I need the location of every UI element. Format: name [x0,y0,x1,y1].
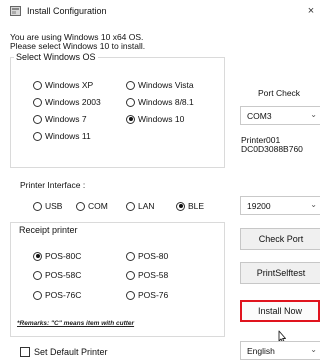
receipt-printer-group-title: Receipt printer [17,225,80,235]
radio-indicator [126,201,135,211]
windows-os-group-title: Select Windows OS [14,52,98,62]
radio-windows-8[interactable]: Windows 8/8.1 [126,96,194,108]
print-selftest-button[interactable]: PrintSelftest [240,262,320,284]
radio-indicator [33,201,42,211]
radio-indicator [126,80,135,90]
install-configuration-window: Install Configuration × You are using Wi… [0,0,320,362]
radio-indicator [126,270,135,280]
remarks-note: *Remarks: "C" means item with cutter [17,320,135,327]
radio-windows-10[interactable]: Windows 10 [126,113,184,125]
printer-interface-label: Printer Interface : [20,180,86,190]
chevron-down-icon: ⌄ [310,110,317,119]
window-title: Install Configuration [27,6,107,16]
radio-indicator [176,201,185,211]
title-bar: Install Configuration × [0,0,317,23]
radio-indicator [126,114,135,124]
language-select[interactable]: English ⌄ [240,341,320,360]
radio-pos-58[interactable]: POS-58 [126,269,168,281]
radio-indicator [33,114,42,124]
radio-pos-76[interactable]: POS-76 [126,289,168,301]
radio-windows-7[interactable]: Windows 7 [33,113,87,125]
radio-indicator [33,97,42,107]
radio-indicator [126,97,135,107]
radio-pos-76c[interactable]: POS-76C [33,289,81,301]
radio-indicator [33,290,42,300]
radio-com[interactable]: COM [76,200,108,212]
radio-indicator [33,251,42,261]
close-button[interactable]: × [304,3,318,19]
radio-pos-80[interactable]: POS-80 [126,250,168,262]
radio-ble[interactable]: BLE [176,200,204,212]
radio-indicator [33,131,42,141]
radio-indicator [33,80,42,90]
app-config-icon [10,6,21,16]
os-instruction-line: Please select Windows 10 to install. [10,41,146,51]
radio-windows-11[interactable]: Windows 11 [33,130,91,142]
radio-windows-xp[interactable]: Windows XP [33,79,93,91]
baud-rate-select[interactable]: 19200 ⌄ [240,196,320,215]
radio-usb[interactable]: USB [33,200,62,212]
check-port-button[interactable]: Check Port [240,228,320,250]
port-select[interactable]: COM3 ⌄ [240,106,320,125]
chevron-down-icon: ⌄ [310,200,317,209]
set-default-label: Set Default Printer [34,347,108,357]
printer-id: DC0D3088B760 [241,144,303,154]
radio-pos-58c[interactable]: POS-58C [33,269,81,281]
set-default-checkbox[interactable] [20,347,30,357]
radio-indicator [33,270,42,280]
radio-indicator [126,251,135,261]
port-check-label: Port Check [258,88,301,98]
radio-lan[interactable]: LAN [126,200,155,212]
radio-windows-vista[interactable]: Windows Vista [126,79,194,91]
radio-pos-80c[interactable]: POS-80C [33,250,81,262]
install-now-button[interactable]: Install Now [240,300,320,322]
chevron-down-icon: ⌄ [310,345,317,354]
radio-indicator [76,201,85,211]
radio-windows-2003[interactable]: Windows 2003 [33,96,101,108]
radio-indicator [126,290,135,300]
